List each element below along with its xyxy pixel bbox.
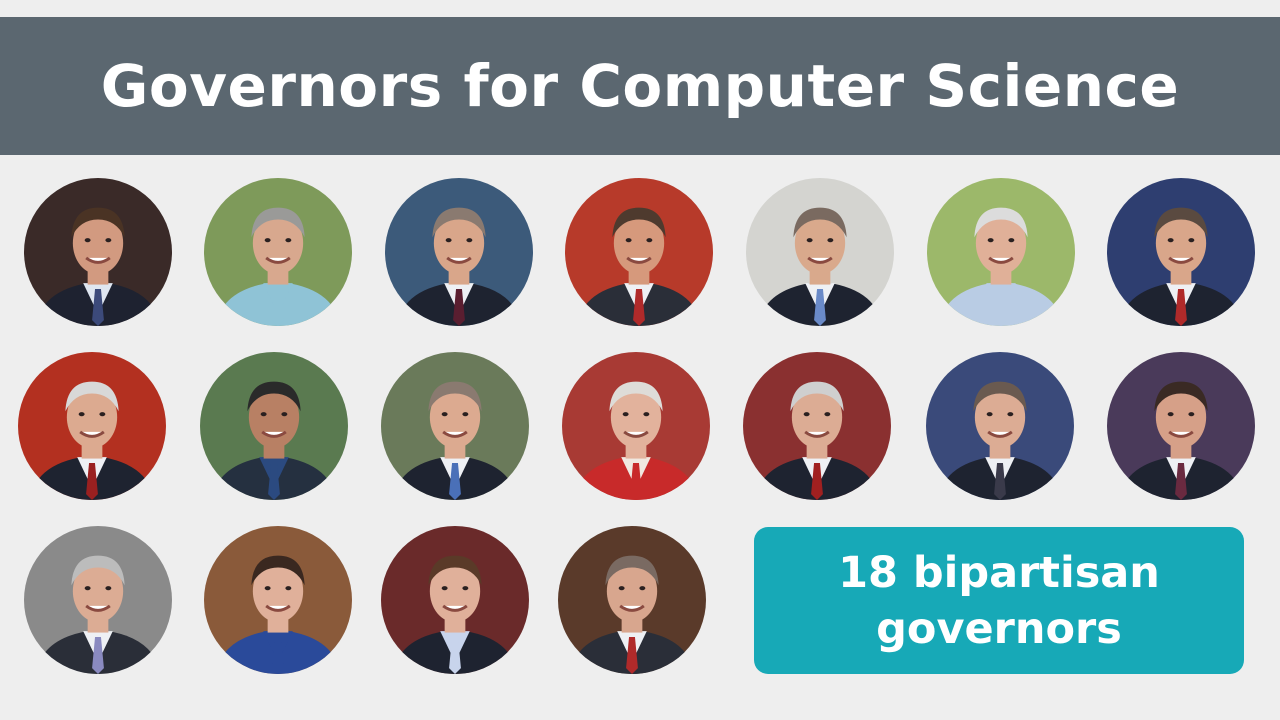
page-title: Governors for Computer Science — [100, 52, 1180, 120]
governor-portrait — [926, 352, 1074, 500]
governor-portrait — [204, 178, 352, 326]
governor-portrait — [1107, 352, 1255, 500]
governor-portrait — [927, 178, 1075, 326]
governor-portrait — [743, 352, 891, 500]
governor-portrait — [204, 526, 352, 674]
governor-portrait — [385, 178, 533, 326]
governor-portrait — [562, 352, 710, 500]
governor-portrait — [18, 352, 166, 500]
badge-line-2: governors — [876, 603, 1122, 654]
governor-portrait — [746, 178, 894, 326]
governor-count-badge: 18 bipartisan governors — [754, 527, 1244, 674]
governor-portrait — [565, 178, 713, 326]
governor-portrait — [24, 178, 172, 326]
badge-line-1: 18 bipartisan — [838, 547, 1160, 598]
governor-portrait — [381, 526, 529, 674]
governor-portrait — [1107, 178, 1255, 326]
governor-portrait — [24, 526, 172, 674]
title-banner: Governors for Computer Science — [0, 17, 1280, 155]
governor-portrait — [558, 526, 706, 674]
governor-portrait — [381, 352, 529, 500]
governor-portrait — [200, 352, 348, 500]
